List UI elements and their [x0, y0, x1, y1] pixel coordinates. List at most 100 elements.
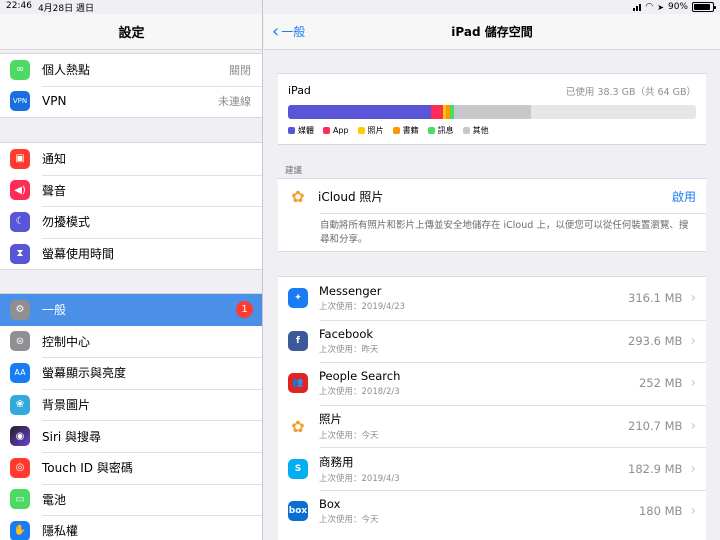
chevron-left-icon: ‹ — [272, 20, 280, 42]
sidebar-item-label: 背景圖片 — [42, 398, 91, 413]
storage-used-text: 已使用 38.3 GB（共 64 GB） — [565, 87, 696, 98]
facebook-icon: f — [288, 330, 308, 351]
touch-id-icon: ◎ — [10, 457, 30, 478]
app-last-used: 上次使用：2019/4/23 — [319, 302, 406, 313]
cellular-signal-icon — [633, 3, 642, 11]
chevron-right-icon: › — [690, 332, 696, 349]
chevron-right-icon: › — [690, 375, 696, 392]
app-storage-row[interactable]: ✿ 照片 上次使用：今天 210.7 MB › — [278, 404, 706, 448]
back-button[interactable]: ‹ 一般 — [272, 20, 306, 42]
notification-badge: 1 — [236, 301, 253, 319]
app-last-used: 上次使用：昨天 — [319, 344, 379, 355]
sidebar-item-screen-time[interactable]: ⧗ 螢幕使用時間 — [0, 237, 262, 270]
chevron-right-icon: › — [690, 460, 696, 477]
sidebar-item-wallpaper[interactable]: ❀ 背景圖片 — [0, 388, 262, 421]
app-size: 252 MB — [638, 376, 683, 391]
app-storage-row[interactable]: ✦ Messenger 上次使用：2019/4/23 316.1 MB › — [278, 277, 706, 320]
legend-item: App — [323, 126, 349, 135]
box-icon: box — [288, 501, 308, 522]
navigation-bar: ‹ 一般 iPad 儲存空間 — [264, 14, 720, 50]
legend-item: 照片 — [357, 125, 384, 136]
app-last-used: 上次使用：今天 — [319, 515, 379, 526]
sidebar-item-general[interactable]: ⚙ 一般 1 — [0, 294, 262, 326]
app-storage-row[interactable]: box Box 上次使用：今天 180 MB › — [278, 489, 706, 533]
sidebar-item-label: 勿擾模式 — [42, 215, 91, 230]
sidebar-item-notifications[interactable]: ▣ 通知 — [0, 143, 262, 175]
hotspot-icon: ∞ — [10, 59, 30, 80]
status-battery-percent: 90% — [667, 2, 688, 12]
app-storage-row[interactable]: S 商務用 上次使用：2019/4/3 182.9 MB › — [278, 447, 706, 490]
app-storage-row[interactable]: f Facebook 上次使用：昨天 293.6 MB › — [278, 319, 706, 363]
siri-icon: ◉ — [10, 426, 30, 447]
legend-swatch — [427, 127, 435, 134]
sidebar-item-touch-id-passcode[interactable]: ◎ Touch ID 與密碼 — [0, 451, 262, 484]
storage-segment — [430, 105, 444, 119]
back-button-label: 一般 — [281, 25, 306, 39]
sidebar-item-label: 聲音 — [42, 183, 67, 198]
legend-swatch — [288, 127, 295, 134]
recommendations-header: 建議 — [285, 166, 303, 176]
status-bar: 22:46 4月28日 週日 ◠ ➤ 90% — [0, 0, 720, 14]
enable-button[interactable]: 啟用 — [672, 188, 696, 205]
battery-icon: ▭ — [10, 489, 30, 510]
legend-swatch — [392, 127, 400, 134]
sidebar-item-sounds[interactable]: ◀) 聲音 — [0, 174, 262, 207]
legend-item: 其他 — [462, 125, 489, 136]
legend-label: 其他 — [472, 126, 489, 135]
control-center-icon: ⊜ — [10, 331, 30, 352]
legend-label: 媒體 — [298, 126, 314, 135]
app-name: Messenger — [319, 284, 382, 299]
app-name: Box — [319, 497, 341, 512]
screen-time-icon: ⧗ — [10, 243, 30, 264]
sidebar-item-label: 控制中心 — [42, 334, 91, 349]
privacy-hand-icon: ✋ — [10, 520, 30, 540]
sidebar-item-label: 隱私權 — [42, 524, 79, 539]
recommendation-card: ✿ iCloud 照片 啟用 自動將所有照片和影片上傳並安全地儲存在 iClou… — [278, 178, 706, 252]
recommendation-title: iCloud 照片 — [318, 189, 384, 204]
gear-icon: ⚙ — [10, 299, 30, 320]
wallpaper-icon: ❀ — [10, 394, 30, 415]
sidebar-item-privacy[interactable]: ✋ 隱私權 — [0, 515, 262, 540]
device-name: iPad — [288, 84, 311, 97]
settings-sidebar: 設定 ∞ 個人熱點 關閉 VPN VPN 未連線 ▣ 通知 ◀) 聲音 ☾ 勿擾… — [0, 0, 263, 540]
app-name: Facebook — [319, 326, 374, 341]
sidebar-item-value: 未連線 — [218, 95, 251, 109]
sidebar-item-battery[interactable]: ▭ 電池 — [0, 483, 262, 516]
people-search-icon: 👥 — [288, 373, 308, 394]
sidebar-item-do-not-disturb[interactable]: ☾ 勿擾模式 — [0, 206, 262, 238]
sidebar-item-vpn[interactable]: VPN VPN 未連線 — [0, 85, 262, 118]
sidebar-item-control-center[interactable]: ⊜ 控制中心 — [0, 326, 262, 358]
app-size: 316.1 MB — [628, 291, 683, 306]
do-not-disturb-icon: ☾ — [10, 211, 30, 232]
sidebar-item-label: 個人熱點 — [42, 63, 91, 78]
legend-swatch — [357, 127, 365, 134]
sidebar-item-personal-hotspot[interactable]: ∞ 個人熱點 關閉 — [0, 54, 262, 86]
app-size: 210.7 MB — [628, 419, 683, 434]
sidebar-item-label: 通知 — [42, 152, 67, 167]
sidebar-item-label: VPN — [42, 94, 67, 109]
sounds-icon: ◀) — [10, 180, 30, 201]
app-size: 182.9 MB — [628, 461, 683, 476]
legend-item: 書籍 — [392, 125, 419, 136]
sidebar-item-siri-search[interactable]: ◉ Siri 與搜尋 — [0, 420, 262, 452]
chevron-right-icon: › — [690, 290, 696, 307]
legend-item: 訊息 — [427, 125, 454, 136]
battery-indicator-icon — [692, 2, 716, 12]
app-name: 照片 — [319, 412, 342, 427]
sidebar-item-label: 螢幕顯示與亮度 — [42, 366, 127, 381]
sidebar-group-alerts: ▣ 通知 ◀) 聲音 ☾ 勿擾模式 ⧗ 螢幕使用時間 — [0, 142, 262, 271]
wifi-icon: ◠ — [645, 2, 654, 12]
photos-icon: ✿ — [288, 416, 308, 437]
app-last-used: 上次使用：2018/2/3 — [319, 387, 400, 398]
sidebar-item-display-brightness[interactable]: AA 螢幕顯示與亮度 — [0, 357, 262, 389]
sidebar-item-label: 螢幕使用時間 — [42, 247, 115, 262]
messenger-icon: ✦ — [288, 288, 308, 309]
storage-detail-pane: ‹ 一般 iPad 儲存空間 iPad 已使用 38.3 GB（共 64 GB）… — [264, 0, 720, 540]
storage-segment — [453, 105, 532, 119]
app-storage-row[interactable]: 👥 People Search 上次使用：2018/2/3 252 MB › — [278, 362, 706, 405]
sidebar-title: 設定 — [0, 14, 262, 50]
app-size: 293.6 MB — [628, 333, 683, 348]
chevron-right-icon: › — [690, 418, 696, 435]
vpn-icon: VPN — [10, 91, 30, 112]
storage-legend: 媒體 App 照片 書籍 訊息 其他 — [288, 125, 696, 136]
